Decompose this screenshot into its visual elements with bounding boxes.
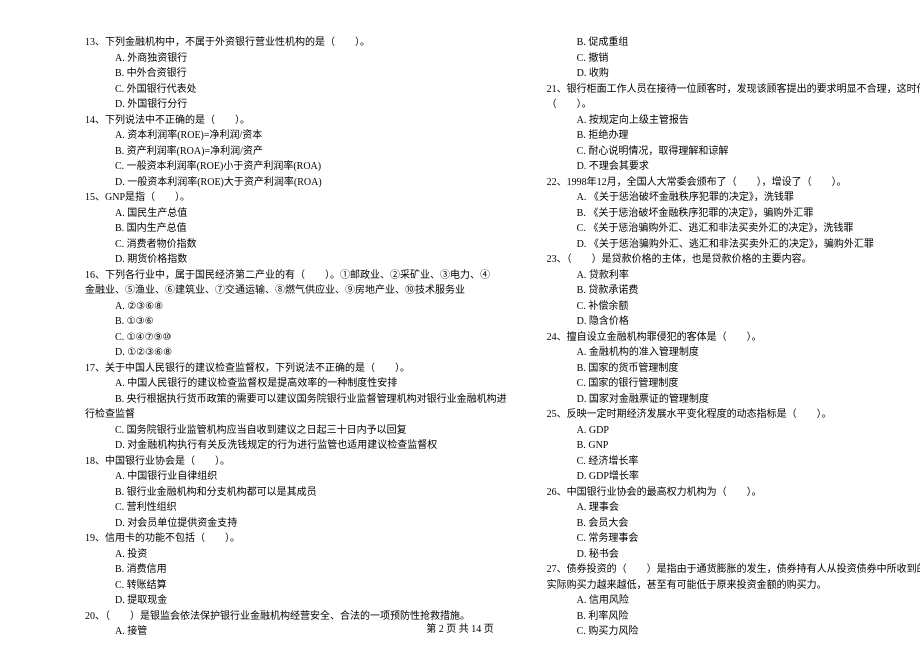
option-text: A. 外商独资银行 <box>85 51 507 67</box>
option-text: A. 理事会 <box>547 500 920 516</box>
question-text: 23、（ ）是贷款价格的主体，也是贷款价格的主要内容。 <box>547 252 920 268</box>
question-text: 13、下列金融机构中，不属于外资银行营业性机构的是（ ）。 <box>85 35 507 51</box>
question-text: 15、GNP是指（ ）。 <box>85 190 507 206</box>
option-text: C. 常务理事会 <box>547 531 920 547</box>
continuation-text: （ ）。 <box>547 97 920 113</box>
option-text: A. ②③⑥⑧ <box>85 299 507 315</box>
option-text: C. 补偿余额 <box>547 299 920 315</box>
option-text: C. 《关于惩治骗购外汇、逃汇和非法买卖外汇的决定》，洗钱罪 <box>547 221 920 237</box>
document-page: 13、下列金融机构中，不属于外资银行营业性机构的是（ ）。A. 外商独资银行B.… <box>0 0 920 670</box>
question-text: 14、下列说法中不正确的是（ ）。 <box>85 113 507 129</box>
question-text: 26、中国银行业协会的最高权力机构为（ ）。 <box>547 485 920 501</box>
option-text: C. 国务院银行业监管机构应当自收到建议之日起三十日内予以回复 <box>85 423 507 439</box>
question-text: 19、信用卡的功能不包括（ ）。 <box>85 531 507 547</box>
question-text: 22、1998年12月，全国人大常委会颁布了（ ），增设了（ ）。 <box>547 175 920 191</box>
option-text: B. 促成重组 <box>547 35 920 51</box>
option-text: D. 对会员单位提供资金支持 <box>85 516 507 532</box>
option-text: B. 会员大会 <box>547 516 920 532</box>
option-text: A. 贷款利率 <box>547 268 920 284</box>
question-text: 25、反映一定时期经济发展水平变化程度的动态指标是（ ）。 <box>547 407 920 423</box>
option-text: A. 国民生产总值 <box>85 206 507 222</box>
right-column: B. 促成重组C. 撤销D. 收购21、银行柜面工作人员在接待一位顾客时，发现该… <box>547 35 920 640</box>
option-text: D. GDP增长率 <box>547 469 920 485</box>
option-text: B. 贷款承诺费 <box>547 283 920 299</box>
option-text: B. 消费信用 <box>85 562 507 578</box>
question-text: 24、擅自设立金融机构罪侵犯的客体是（ ）。 <box>547 330 920 346</box>
option-text: D. ①②③⑥⑧ <box>85 345 507 361</box>
option-text: B. 中外合资银行 <box>85 66 507 82</box>
option-text: B. ①③⑥ <box>85 314 507 330</box>
option-text: B. 拒绝办理 <box>547 128 920 144</box>
continuation-text: 金融业、⑤渔业、⑥建筑业、⑦交通运输、⑧燃气供应业、⑨房地产业、⑩技术服务业 <box>85 283 507 299</box>
option-text: C. 消费者物价指数 <box>85 237 507 253</box>
option-text: A. 按规定向上级主管报告 <box>547 113 920 129</box>
option-text: A. 中国银行业自律组织 <box>85 469 507 485</box>
option-text: C. ①④⑦⑨⑩ <box>85 330 507 346</box>
option-text: A. 信用风险 <box>547 593 920 609</box>
option-text: D. 秘书会 <box>547 547 920 563</box>
option-text: D. 不理会其要求 <box>547 159 920 175</box>
option-text: A. 金融机构的准入管理制度 <box>547 345 920 361</box>
page-footer: 第 2 页 共 14 页 <box>0 620 920 635</box>
option-text: A. 资本利润率(ROE)=净利润/资本 <box>85 128 507 144</box>
option-text: A. GDP <box>547 423 920 439</box>
question-text: 18、中国银行业协会是（ ）。 <box>85 454 507 470</box>
option-text: C. 经济增长率 <box>547 454 920 470</box>
question-text: 21、银行柜面工作人员在接待一位顾客时，发现该顾客提出的要求明显不合理，这时他应 <box>547 82 920 98</box>
question-text: 16、下列各行业中，属于国民经济第二产业的有（ ）。①邮政业、②采矿业、③电力、… <box>85 268 507 284</box>
option-text: C. 转账结算 <box>85 578 507 594</box>
option-text: C. 营利性组织 <box>85 500 507 516</box>
option-text: D. 国家对金融票证的管理制度 <box>547 392 920 408</box>
option-text: D. 《关于惩治骗购外汇、逃汇和非法买卖外汇的决定》，骗购外汇罪 <box>547 237 920 253</box>
option-text: D. 隐含价格 <box>547 314 920 330</box>
option-text: C. 一般资本利润率(ROE)小于资产利润率(ROA) <box>85 159 507 175</box>
option-text: C. 撤销 <box>547 51 920 67</box>
option-text: D. 收购 <box>547 66 920 82</box>
option-text: B. 《关于惩治破坏金融秩序犯罪的决定》，骗购外汇罪 <box>547 206 920 222</box>
option-text: C. 外国银行代表处 <box>85 82 507 98</box>
option-text: D. 对金融机构执行有关反洗钱规定的行为进行监管也适用建议检查监督权 <box>85 438 507 454</box>
option-text: B. 银行业金融机构和分支机构都可以是其成员 <box>85 485 507 501</box>
option-text: A. 投资 <box>85 547 507 563</box>
option-text: B. 国内生产总值 <box>85 221 507 237</box>
question-text: 27、债券投资的（ ）是指由于通货膨胀的发生，债券持有人从投资债券中所收到的金钱… <box>547 562 920 578</box>
option-text: D. 期货价格指数 <box>85 252 507 268</box>
option-text: C. 耐心说明情况，取得理解和谅解 <box>547 144 920 160</box>
option-text: D. 提取现金 <box>85 593 507 609</box>
continuation-text: 实际购买力越来越低，甚至有可能低于原来投资金额的购买力。 <box>547 578 920 594</box>
question-text: 17、关于中国人民银行的建议检查监督权，下列说法不正确的是（ ）。 <box>85 361 507 377</box>
option-text: C. 国家的银行管理制度 <box>547 376 920 392</box>
option-text: A. 《关于惩治破坏金融秩序犯罪的决定》，洗钱罪 <box>547 190 920 206</box>
option-text: A. 中国人民银行的建议检查监督权是提高效率的一种制度性安排 <box>85 376 507 392</box>
option-text: D. 一般资本利润率(ROE)大于资产利润率(ROA) <box>85 175 507 191</box>
option-text: B. 国家的货币管理制度 <box>547 361 920 377</box>
option-text: B. 资产利润率(ROA)=净利润/资产 <box>85 144 507 160</box>
option-text: B. GNP <box>547 438 920 454</box>
option-text: B. 央行根据执行货币政策的需要可以建议国务院银行业监督管理机构对银行业金融机构… <box>85 392 507 408</box>
left-column: 13、下列金融机构中，不属于外资银行营业性机构的是（ ）。A. 外商独资银行B.… <box>85 35 507 640</box>
page-number: 第 2 页 共 14 页 <box>426 624 494 635</box>
option-text: D. 外国银行分行 <box>85 97 507 113</box>
continuation-text: 行检查监督 <box>85 407 507 423</box>
